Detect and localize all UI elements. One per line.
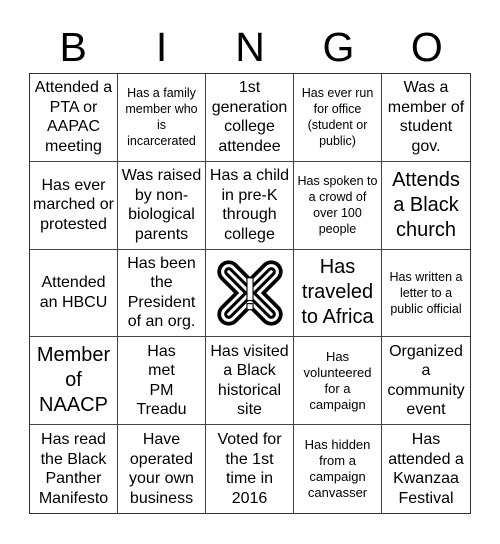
bingo-cell[interactable]: Has written a letter to a public officia… [382,250,470,338]
bingo-cell[interactable]: Attends a Black church [382,162,470,250]
bingo-cell[interactable]: Was a member of student gov. [382,74,470,162]
bingo-cell[interactable]: Voted for the 1st time in 2016 [206,425,294,513]
bingo-cell[interactable]: Attended a PTA or AAPAC meeting [30,74,118,162]
bingo-cell[interactable]: Has volunteered for a campaign [294,337,382,426]
bingo-cell[interactable]: Has spoken to a crowd of over 100 people [294,161,382,250]
free-space-cell[interactable] [206,249,294,338]
bingo-cell[interactable]: Has read the Black Panther Manifesto [30,425,118,513]
bingo-cell[interactable]: 1st generation college attendee [206,74,294,162]
bingo-cell[interactable]: Has attended a Kwanzaa Festival [382,425,470,513]
bingo-cell[interactable]: Has hidden from a campaign canvasser [294,425,382,513]
bingo-cell[interactable]: Has a child in pre-K through college [206,161,294,250]
bingo-cell[interactable]: Have operated your own business [118,425,206,513]
bingo-cell[interactable]: Member of NAACP [30,337,118,426]
bingo-cell[interactable]: Has visited a Black historical site [206,337,294,426]
header-letter-b: B [59,24,87,70]
bingo-cell[interactable]: Has met PM Treadu [118,337,206,426]
bingo-header: B I N G O [29,22,471,72]
header-letter-g: G [322,24,355,70]
bingo-cell[interactable]: Has been the President of an org. [118,249,206,338]
bingo-card-grid: Attended a PTA or AAPAC meeting Has a fa… [29,73,471,514]
header-letter-o: O [410,24,443,70]
header-letter-n: N [235,24,265,70]
bingo-cell[interactable]: Was raised by non-biological parents [118,161,206,250]
bingo-cell[interactable]: Organized a community event [382,337,470,426]
header-letter-i: I [155,24,168,70]
bingo-cell[interactable]: Attended an HBCU [30,249,118,338]
interlocking-knot-icon [216,260,283,326]
bingo-cell[interactable]: Has traveled to Africa [294,249,382,338]
bingo-cell[interactable]: Has ever run for office (student or publ… [294,74,382,162]
bingo-cell[interactable]: Has a family member who is incarcerated [118,74,206,162]
bingo-cell[interactable]: Has ever marched or protested [30,161,118,250]
